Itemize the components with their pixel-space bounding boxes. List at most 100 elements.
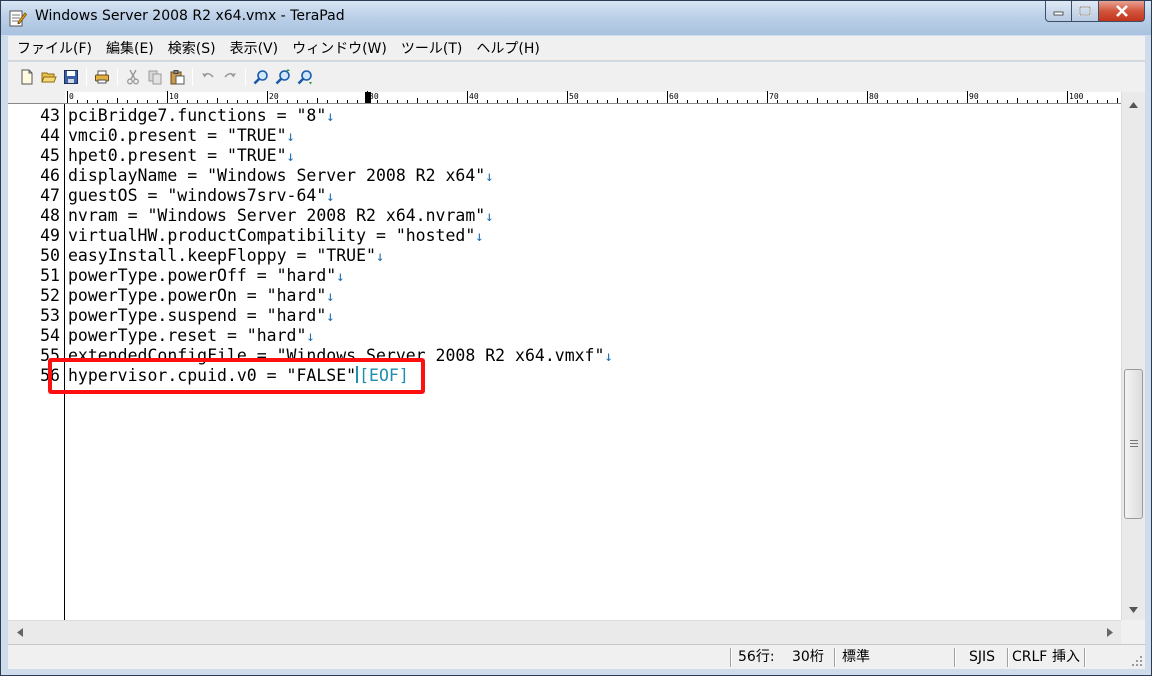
ruler-tick	[557, 100, 558, 103]
minimize-button[interactable]	[1045, 1, 1072, 22]
redo-button[interactable]	[220, 67, 240, 87]
terapad-app-icon[interactable]	[9, 9, 27, 27]
ruler-label: 80	[869, 92, 879, 101]
close-icon	[1115, 5, 1128, 17]
menu-file[interactable]: ファイル(F)	[10, 38, 99, 58]
scroll-right-button[interactable]	[1101, 621, 1118, 644]
ruler-tick	[1117, 98, 1118, 103]
line-content: hpet0.present = "TRUE"	[68, 146, 287, 165]
menu-window[interactable]: ウィンドウ(W)	[285, 38, 394, 58]
line-content: vmci0.present = "TRUE"	[68, 126, 287, 145]
ruler-tick	[317, 98, 318, 103]
ruler-tick	[1047, 100, 1048, 103]
paste-icon	[170, 70, 185, 85]
ruler-tick	[197, 100, 198, 103]
resize-grip-icon[interactable]	[1131, 655, 1143, 667]
editor-line[interactable]: 52 powerType.powerOn = "hard"↓	[8, 286, 1121, 306]
window-title: Windows Server 2008 R2 x64.vmx - TeraPad	[35, 8, 345, 24]
ruler-tick	[747, 100, 748, 103]
new-file-button[interactable]	[17, 67, 37, 87]
line-text: powerType.powerOn = "hard"↓	[68, 286, 335, 307]
line-number: 50	[40, 246, 60, 265]
ruler-gutter	[8, 92, 65, 104]
vertical-scrollbar[interactable]	[1121, 92, 1145, 620]
cut-button[interactable]	[123, 67, 143, 87]
eof-marker: [EOF]	[359, 366, 409, 385]
ruler-tick	[517, 98, 518, 103]
ruler-tick	[267, 91, 268, 103]
line-number: 52	[40, 286, 60, 305]
line-number: 54	[40, 326, 60, 345]
status-newline: CRLF	[1012, 649, 1048, 665]
find-prev-button[interactable]	[295, 67, 315, 87]
editor-line[interactable]: 45 hpet0.present = "TRUE"↓	[8, 146, 1121, 166]
menu-tools[interactable]: ツール(T)	[394, 38, 469, 58]
ruler-tick	[1037, 100, 1038, 103]
editor-line[interactable]: 49 virtualHW.productCompatibility = "host…	[8, 226, 1121, 246]
ruler-label: 60	[669, 92, 679, 101]
new-file-icon	[21, 69, 33, 85]
line-content: powerType.suspend = "hard"	[68, 306, 327, 325]
vertical-scroll-thumb[interactable]	[1124, 369, 1143, 519]
ruler-tick	[837, 100, 838, 103]
line-number: 53	[40, 306, 60, 325]
ruler-tick	[1057, 100, 1058, 103]
find-icon	[253, 70, 268, 85]
editor-line[interactable]: 55 extendedConfigFile = "Windows Server 2…	[8, 346, 1121, 366]
ruler-tick	[707, 100, 708, 103]
ruler-tick	[617, 98, 618, 103]
editor-line[interactable]: 47 guestOS = "windows7srv-64"↓	[8, 186, 1121, 206]
text-editor[interactable]: 43 pciBridge7.functions = "8"↓ 44 vmci0.pre…	[8, 104, 1121, 620]
ruler-tick	[447, 100, 448, 103]
open-button[interactable]	[39, 67, 59, 87]
undo-button[interactable]	[198, 67, 218, 87]
scroll-left-button[interactable]	[11, 621, 28, 644]
scroll-up-button[interactable]	[1122, 96, 1145, 113]
editor-line[interactable]: 44 vmci0.present = "TRUE"↓	[8, 126, 1121, 146]
title-bar[interactable]: Windows Server 2008 R2 x64.vmx - TeraPad	[1, 1, 1151, 35]
editor-line[interactable]: 43 pciBridge7.functions = "8"↓	[8, 106, 1121, 126]
copy-button[interactable]	[145, 67, 165, 87]
editor-line[interactable]: 53 powerType.suspend = "hard"↓	[8, 306, 1121, 326]
menu-edit[interactable]: 編集(E)	[99, 38, 161, 58]
ruler-tick	[247, 100, 248, 103]
ruler-tick	[857, 100, 858, 103]
editor-line[interactable]: 48 nvram = "Windows Server 2008 R2 x64.nv…	[8, 206, 1121, 226]
ruler-tick	[237, 100, 238, 103]
paste-button[interactable]	[167, 67, 187, 87]
print-button[interactable]	[92, 67, 112, 87]
ruler-tick	[537, 100, 538, 103]
save-button[interactable]	[61, 67, 81, 87]
scroll-down-button[interactable]	[1122, 601, 1145, 618]
ruler-tick	[87, 100, 88, 103]
menu-view[interactable]: 表示(V)	[223, 38, 286, 58]
ruler-tick	[957, 100, 958, 103]
editor-line[interactable]: 46 displayName = "Windows Server 2008 R2 …	[8, 166, 1121, 186]
ruler-tick	[807, 100, 808, 103]
ruler-tick	[757, 100, 758, 103]
toolbar-separator	[117, 68, 118, 86]
maximize-icon	[1079, 6, 1091, 16]
editor-line[interactable]: 50 easyInstall.keepFloppy = "TRUE"↓	[8, 246, 1121, 266]
terapad-window: Windows Server 2008 R2 x64.vmx - TeraPad…	[0, 0, 1152, 676]
editor-line[interactable]: 51 powerType.powerOff = "hard"↓	[8, 266, 1121, 286]
close-button[interactable]	[1099, 1, 1145, 22]
find-next-button[interactable]	[273, 67, 293, 87]
ruler-tick	[137, 100, 138, 103]
menu-help[interactable]: ヘルプ(H)	[469, 38, 546, 58]
ruler-tick	[1107, 100, 1108, 103]
editor-line-last[interactable]: 56 hypervisor.cpuid.v0 = "FALSE" [EOF]	[8, 366, 1121, 386]
horizontal-scrollbar[interactable]	[8, 620, 1121, 644]
ruler-tick	[687, 100, 688, 103]
ruler-label: 30	[369, 92, 379, 101]
ruler-tick	[897, 100, 898, 103]
find-button[interactable]	[251, 67, 271, 87]
save-icon	[64, 70, 78, 84]
menu-search[interactable]: 検索(S)	[161, 38, 223, 58]
ruler-tick	[187, 100, 188, 103]
editor-line[interactable]: 54 powerType.reset = "hard"↓	[8, 326, 1121, 346]
ruler-tick	[647, 100, 648, 103]
ruler-tick	[567, 91, 568, 103]
maximize-button[interactable]	[1072, 1, 1099, 22]
status-column: 30桁	[792, 649, 824, 665]
